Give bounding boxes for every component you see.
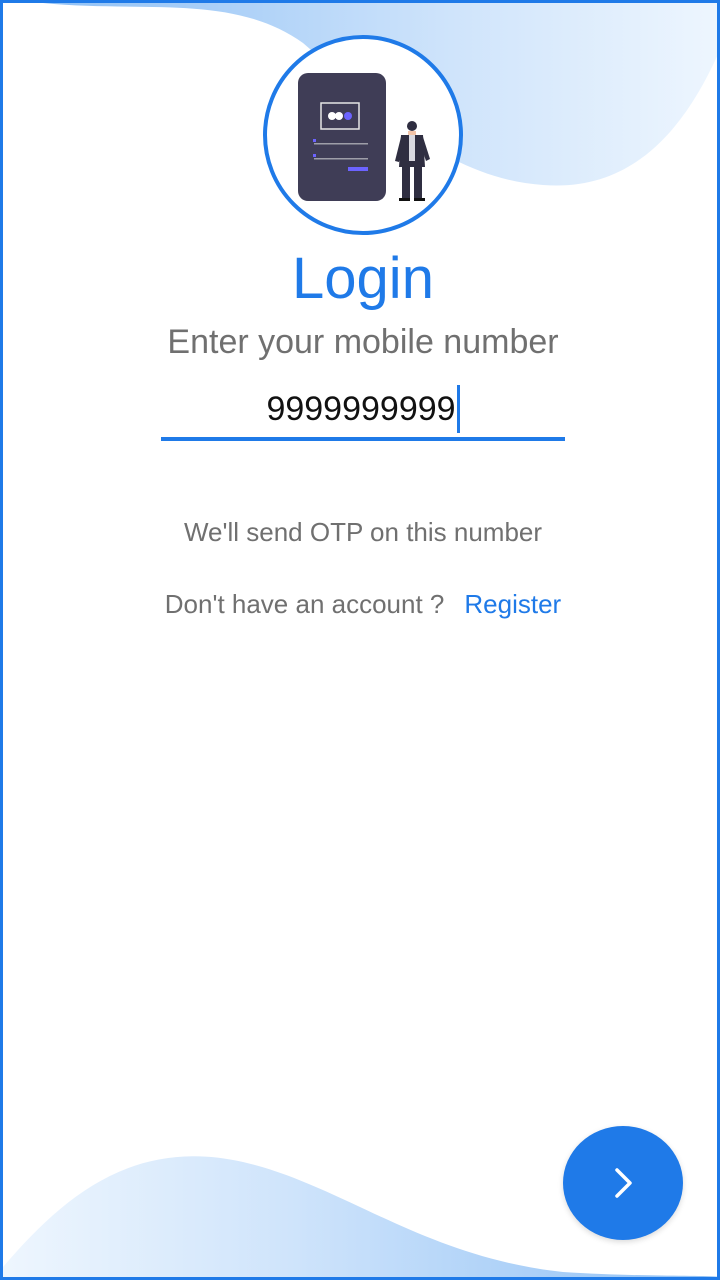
no-account-text: Don't have an account ?: [164, 589, 445, 619]
mobile-number-input[interactable]: 9999999999: [161, 381, 565, 441]
next-button[interactable]: [563, 1126, 683, 1240]
otp-hint-text: We'll send OTP on this number: [183, 517, 543, 547]
login-illustration: [263, 35, 463, 235]
page-subtitle: Enter your mobile number: [167, 323, 559, 361]
mobile-number-value: 9999999999: [266, 390, 456, 428]
register-row: Don't have an account ? Register: [3, 587, 717, 621]
page-title: Login: [292, 246, 434, 311]
register-link[interactable]: Register: [464, 587, 561, 621]
login-screen: Login Enter your mobile number 999999999…: [0, 0, 720, 1280]
chevron-right-icon: [615, 1168, 632, 1198]
text-caret: [456, 385, 460, 433]
